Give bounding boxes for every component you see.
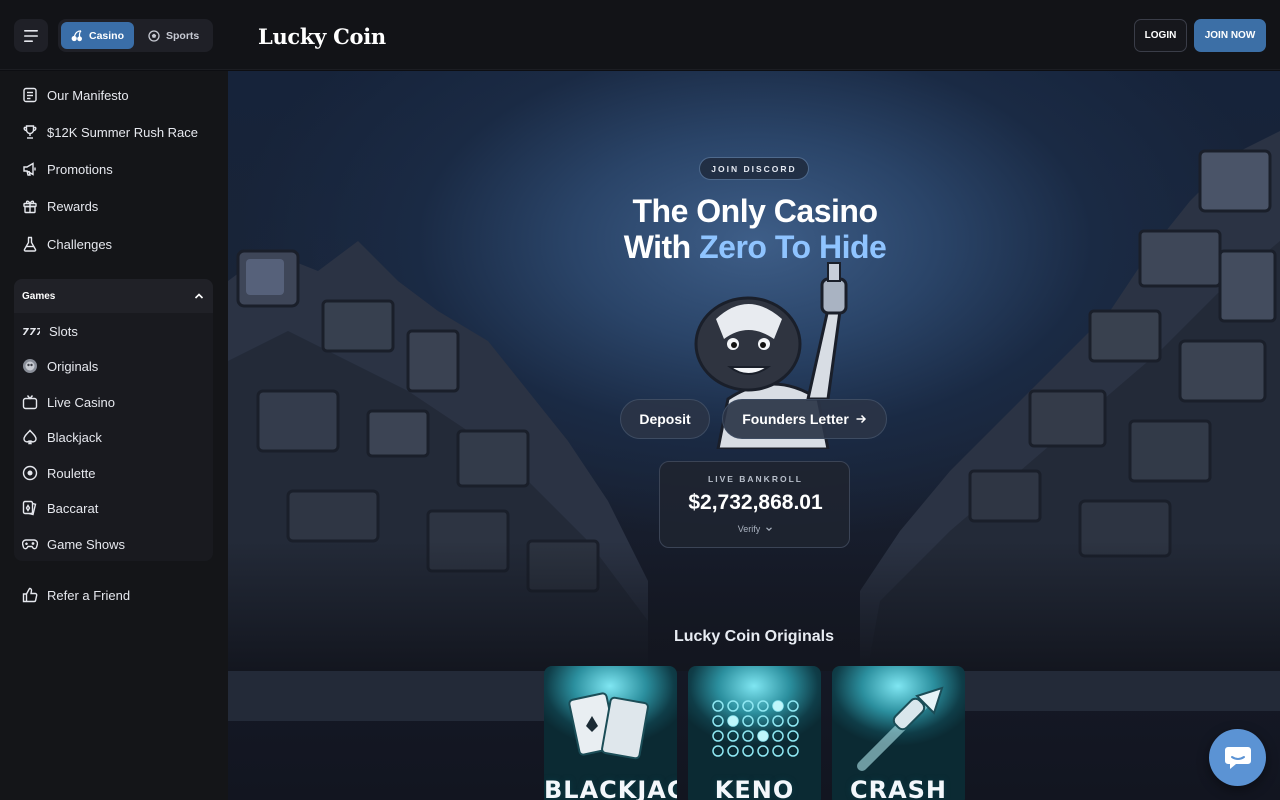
games-section-toggle[interactable]: Games [14, 279, 213, 313]
chevron-down-icon [766, 527, 773, 532]
sidebar-item-label: Roulette [47, 465, 96, 481]
deposit-button[interactable]: Deposit [620, 399, 710, 439]
sidebar-item-label: Slots [49, 323, 78, 339]
sidebar-item-challenges[interactable]: Challenges [14, 227, 214, 261]
site-logo[interactable]: Lucky Coin [258, 24, 386, 49]
game-card-label: KENO [714, 776, 795, 800]
sidebar-item-label: Game Shows [47, 536, 126, 552]
game-card-keno[interactable]: KENO [688, 666, 821, 800]
sidebar-item-label: Baccarat [47, 500, 99, 516]
verify-toggle[interactable]: Verify [660, 524, 851, 534]
sidebar-item-rewards[interactable]: Rewards [14, 189, 214, 223]
game-card-label: BLACKJACK [544, 776, 677, 800]
main-content: JOIN DISCORD The Only Casino With Zero T… [228, 71, 1280, 800]
tab-sports-label: Sports [166, 29, 200, 42]
bankroll-label: LIVE BANKROLL [708, 474, 803, 484]
manifesto-icon [23, 87, 37, 103]
live-bankroll-card: LIVE BANKROLL $2,732,868.01 Verify [659, 461, 850, 548]
sidebar-item-label: Live Casino [47, 394, 115, 410]
founders-letter-label: Founders Letter [742, 411, 849, 427]
top-bar: Casino Sports Lucky Coin LOGIN JOIN NOW [0, 0, 1280, 70]
sidebar-item-refer-friend[interactable]: Refer a Friend [14, 578, 214, 612]
sidebar-item-label: Originals [47, 358, 99, 374]
sidebar-item-roulette[interactable]: Roulette [14, 456, 214, 490]
trophy-icon [23, 125, 37, 139]
sidebar-item-baccarat[interactable]: Baccarat [14, 491, 214, 525]
flask-icon [23, 236, 37, 252]
sidebar-item-label: Promotions [47, 161, 113, 177]
cherry-icon [71, 29, 82, 41]
hamburger-icon [24, 29, 38, 42]
sidebar-item-label: Refer a Friend [47, 587, 131, 603]
join-discord-button[interactable]: JOIN DISCORD [699, 157, 809, 180]
sidebar-item-label: Our Manifesto [47, 87, 129, 103]
sidebar-item-summer-race[interactable]: $12K Summer Rush Race [14, 115, 214, 149]
login-button[interactable]: LOGIN [1134, 19, 1187, 52]
join-now-button[interactable]: JOIN NOW [1194, 19, 1266, 52]
sidebar-item-label: Blackjack [47, 429, 102, 445]
sidebar-item-originals[interactable]: Originals [14, 349, 214, 383]
arrow-right-icon [856, 414, 866, 424]
sidebar-item-blackjack[interactable]: Blackjack [14, 420, 214, 454]
tab-casino[interactable]: Casino [61, 22, 135, 49]
game-card-crash[interactable]: CRASH [832, 666, 965, 800]
svg-text:777: 777 [22, 327, 40, 338]
games-header-label: Games [22, 290, 56, 302]
spade-icon [23, 429, 37, 445]
menu-button[interactable] [14, 19, 48, 52]
casino-sports-switch: Casino Sports [58, 19, 213, 52]
megaphone-icon [23, 162, 36, 176]
hero-title-line1: The Only Casino [632, 193, 878, 229]
sidebar-item-live-casino[interactable]: Live Casino [14, 385, 214, 419]
sidebar-item-manifesto[interactable]: Our Manifesto [14, 78, 214, 112]
game-card-blackjack[interactable]: BLACKJACK [544, 666, 677, 800]
originals-icon [23, 359, 37, 373]
bankroll-value: $2,732,868.01 [688, 491, 823, 514]
playing-cards-illustration [568, 692, 649, 760]
sidebar-item-label: $12K Summer Rush Race [47, 124, 199, 140]
founders-letter-button[interactable]: Founders Letter [722, 399, 887, 439]
sidebar-item-label: Challenges [47, 236, 113, 252]
hero-fade [228, 541, 1280, 671]
thumbs-up-icon [22, 587, 38, 603]
rocket-illustration [857, 686, 944, 771]
sidebar-item-label: Rewards [47, 198, 99, 214]
sidebar-item-slots[interactable]: 777 Slots [14, 314, 214, 348]
tab-sports[interactable]: Sports [138, 22, 209, 49]
sidebar-item-promotions[interactable]: Promotions [14, 152, 214, 186]
keno-grid-illustration [712, 700, 799, 757]
game-card-label: CRASH [849, 776, 948, 800]
tv-icon [22, 395, 38, 410]
tab-casino-label: Casino [89, 29, 125, 42]
roulette-icon [22, 465, 38, 481]
ball-icon [148, 29, 160, 42]
sidebar: Our Manifesto $12K Summer Rush Race Prom… [0, 71, 228, 800]
gamepad-icon [22, 539, 38, 550]
gift-icon [23, 200, 37, 214]
chat-bubble-icon [1224, 746, 1251, 769]
verify-label: Verify [737, 524, 761, 534]
sidebar-item-game-shows[interactable]: Game Shows [14, 527, 214, 561]
originals-section-title: Lucky Coin Originals [673, 628, 835, 645]
slots-777-icon: 777 [22, 327, 40, 338]
cards-icon [22, 500, 37, 516]
chevron-up-icon [194, 293, 204, 299]
chat-support-button[interactable] [1209, 729, 1266, 786]
